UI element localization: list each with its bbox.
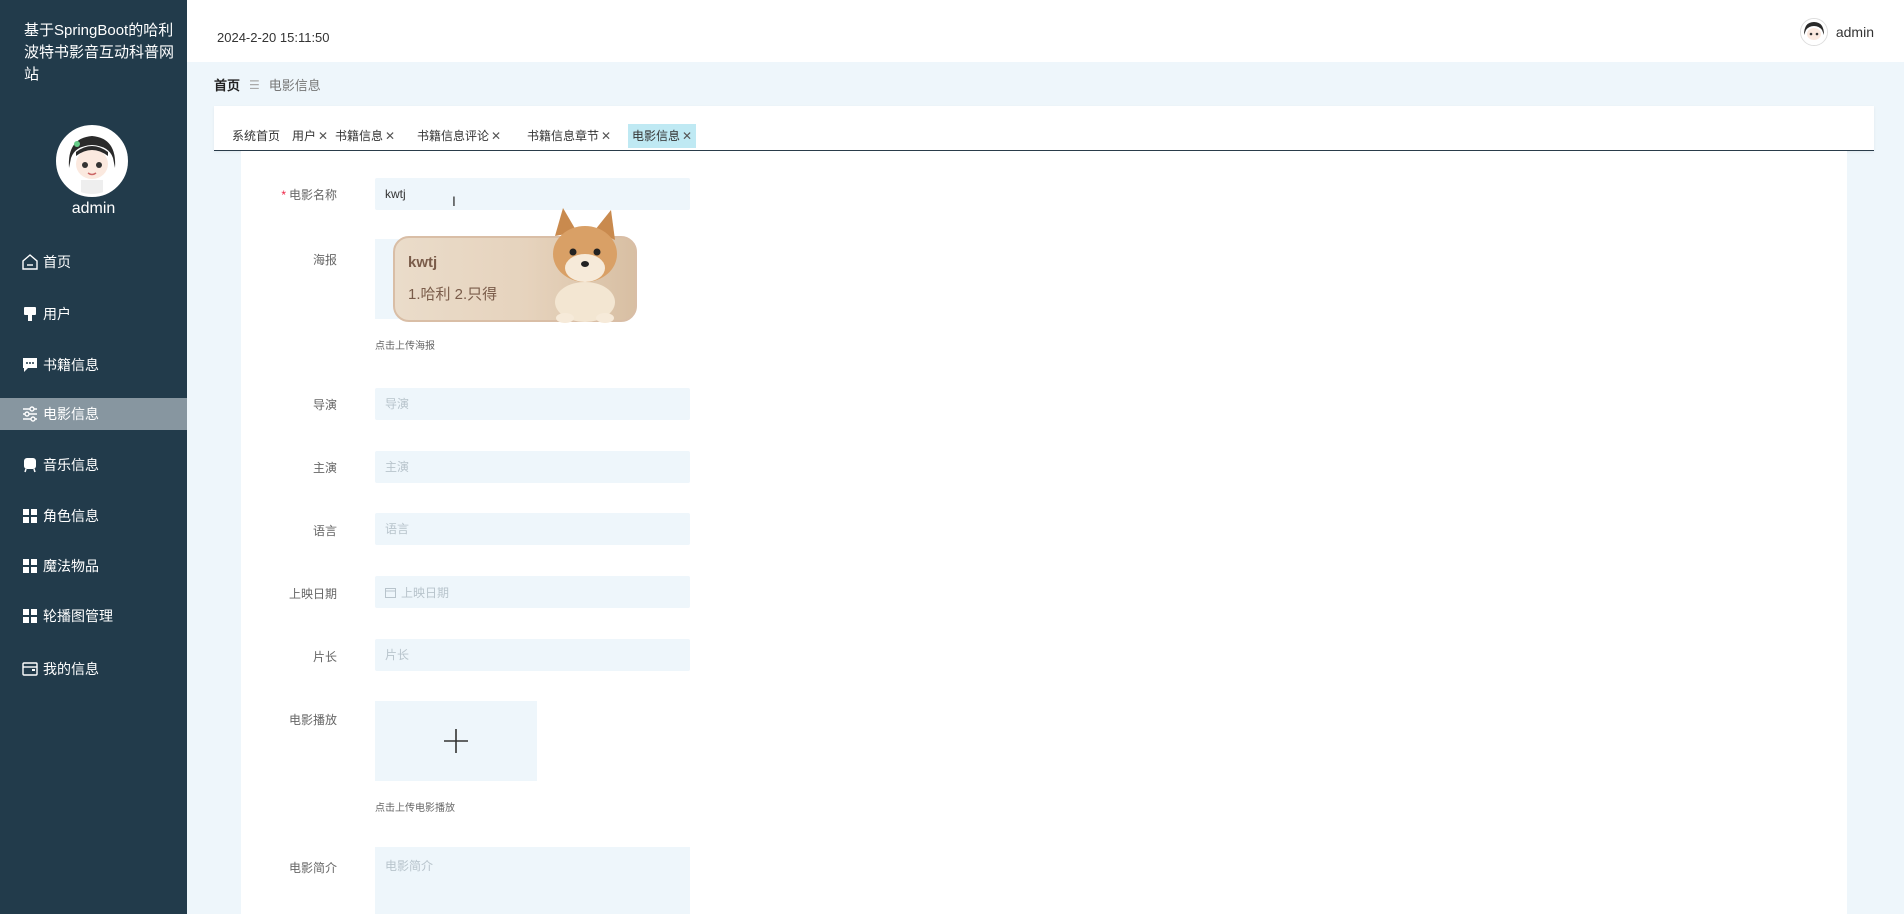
poster-upload-hint: 点击上传海报 <box>375 341 435 352</box>
sidebar-item-characters[interactable]: 角色信息 <box>0 500 187 532</box>
text-cursor-icon: I <box>452 193 456 209</box>
sidebar-item-carousel[interactable]: 轮播图管理 <box>0 600 187 632</box>
sidebar-item-magic-items[interactable]: 魔法物品 <box>0 550 187 582</box>
sidebar-item-label: 角色信息 <box>43 508 99 524</box>
video-upload[interactable] <box>375 701 537 781</box>
tab-books[interactable]: 书籍信息 ✕ <box>331 124 399 148</box>
grid-icon <box>20 557 40 575</box>
breadcrumb: 首页 ☰ 电影信息 <box>214 75 321 94</box>
tab-label: 用户 <box>292 129 317 143</box>
close-icon[interactable]: ✕ <box>491 129 501 143</box>
release-date-picker[interactable]: 上映日期 <box>375 576 690 608</box>
sidebar-item-label: 电影信息 <box>43 406 99 422</box>
tab-users[interactable]: 用户 ✕ <box>288 124 332 148</box>
sidebar-item-books[interactable]: 书籍信息 <box>0 349 187 381</box>
tabs-bar: 系统首页 用户 ✕ 书籍信息 ✕ 书籍信息评论 ✕ 书籍信息章节 ✕ 电影信息 ✕ <box>214 106 1874 151</box>
form-label-language: 语言 <box>312 524 337 538</box>
current-datetime: 2024-2-20 15:11:50 <box>217 30 330 45</box>
chat-icon <box>20 356 40 374</box>
tab-movies[interactable]: 电影信息 ✕ <box>628 124 697 148</box>
form-label-cast: 主演 <box>312 461 337 475</box>
ime-candidate-popup: kwtj 1.哈利 2.只得 <box>393 208 637 323</box>
plus-icon <box>443 728 469 754</box>
tab-label: 书籍信息评论 <box>417 129 490 143</box>
sidebar-username: admin <box>71 200 116 217</box>
close-icon[interactable]: ✕ <box>318 129 328 143</box>
sidebar-item-label: 用户 <box>43 306 71 322</box>
sidebar-item-label: 轮播图管理 <box>43 608 113 624</box>
grid-icon <box>20 607 40 625</box>
menu-icon: ☰ <box>249 77 260 92</box>
cast-input[interactable] <box>375 451 690 483</box>
breadcrumb-current: 电影信息 <box>268 78 321 93</box>
video-upload-hint: 点击上传电影播放 <box>375 803 455 814</box>
form-label-video: 电影播放 <box>288 713 337 727</box>
sidebar-item-users[interactable]: 用户 <box>0 298 187 330</box>
breadcrumb-home[interactable]: 首页 <box>214 75 240 94</box>
shiba-dog-icon <box>553 208 617 323</box>
tab-label: 书籍信息 <box>335 129 384 143</box>
close-icon[interactable]: ✕ <box>385 129 395 143</box>
language-input[interactable] <box>375 513 690 545</box>
sidebar: 基于SpringBoot的哈利波特书影音互动科普网站 admin 首页 用户 书… <box>0 0 187 914</box>
avatar <box>56 125 128 197</box>
form-label-director: 导演 <box>312 398 337 412</box>
sidebar-item-label: 书籍信息 <box>43 357 99 373</box>
movie-name-input[interactable] <box>375 178 690 210</box>
tab-book-comments[interactable]: 书籍信息评论 ✕ <box>413 124 505 148</box>
ime-candidates[interactable]: 1.哈利 2.只得 <box>408 283 497 304</box>
site-title: 基于SpringBoot的哈利波特书影音互动科普网站 <box>24 22 175 83</box>
sliders-icon <box>20 405 40 423</box>
sidebar-item-label: 音乐信息 <box>43 457 99 473</box>
close-icon[interactable]: ✕ <box>601 129 611 143</box>
sidebar-item-label: 我的信息 <box>43 661 99 677</box>
tab-label: 书籍信息章节 <box>527 129 600 143</box>
user-icon <box>20 305 40 323</box>
main-content: 首页 ☰ 电影信息 系统首页 用户 ✕ 书籍信息 ✕ 书籍信息评论 ✕ 书籍信息章节 ✕… <box>187 62 1904 914</box>
header-user-menu[interactable]: admin <box>1799 18 1874 46</box>
sidebar-item-music[interactable]: 音乐信息 <box>0 449 187 481</box>
avatar <box>1799 18 1828 46</box>
wallet-icon <box>20 660 40 678</box>
sidebar-item-label: 魔法物品 <box>43 558 99 574</box>
music-icon <box>20 456 40 474</box>
tab-system-home[interactable]: 系统首页 <box>228 124 284 148</box>
tab-label: 电影信息 <box>632 129 681 143</box>
tab-label: 系统首页 <box>232 129 281 143</box>
form-label-poster: 海报 <box>312 253 337 267</box>
sidebar-item-my-info[interactable]: 我的信息 <box>0 653 187 685</box>
required-mark: * <box>281 188 286 202</box>
close-icon[interactable]: ✕ <box>682 129 692 143</box>
release-date-placeholder: 上映日期 <box>401 585 450 600</box>
sidebar-item-movies[interactable]: 电影信息 <box>0 398 187 430</box>
ime-composition: kwtj <box>408 254 438 271</box>
header-username: admin <box>1835 24 1874 40</box>
form-label-release-date: 上映日期 <box>288 587 337 601</box>
form-label-intro: 电影简介 <box>288 861 337 875</box>
top-header: 2024-2-20 15:11:50 admin <box>187 0 1904 62</box>
home-icon <box>20 253 40 271</box>
form-label-name: * 电影名称 <box>281 188 337 202</box>
form-label-duration: 片长 <box>312 650 337 664</box>
grid-icon <box>20 507 40 525</box>
intro-textarea[interactable] <box>375 847 690 914</box>
tab-book-chapters[interactable]: 书籍信息章节 ✕ <box>523 124 615 148</box>
director-input[interactable] <box>375 388 690 420</box>
sidebar-item-home[interactable]: 首页 <box>0 246 187 278</box>
duration-input[interactable] <box>375 639 690 671</box>
calendar-icon <box>385 587 396 598</box>
sidebar-item-label: 首页 <box>43 254 71 270</box>
